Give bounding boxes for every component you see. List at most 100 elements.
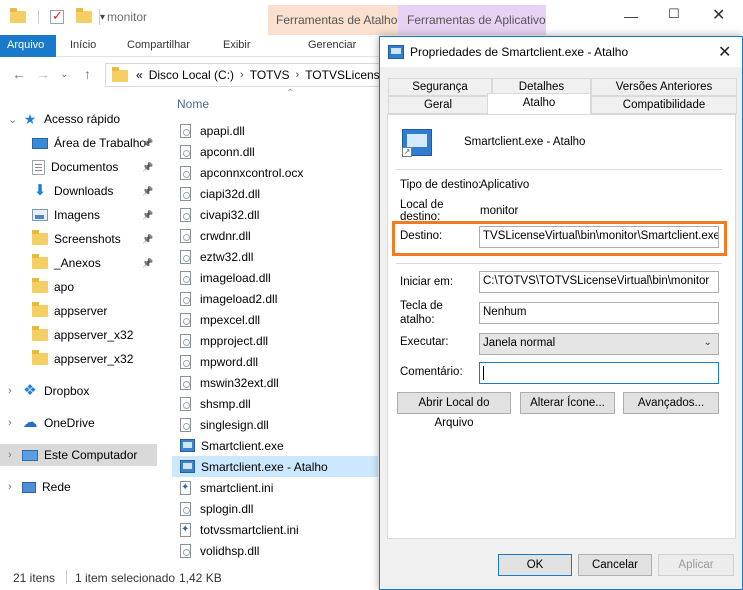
open-file-location-button[interactable]: Abrir Local do Arquivo [397,392,511,429]
tab-arquivo[interactable]: Arquivo [0,35,56,57]
start-in-input[interactable]: C:\TOTVS\TOTVSLicenseVirtual\bin\monitor [479,271,719,293]
sidebar-item-label: Documentos [51,160,119,174]
file-name: imageload.dll [200,270,271,285]
file-row[interactable]: mpproject.dll [172,330,378,351]
sidebar-item[interactable]: › ☁ OneDrive [0,412,157,434]
column-header-name[interactable]: Nome [177,97,209,111]
file-name: singlesign.dll [200,417,269,432]
sidebar-item[interactable]: apo [0,276,157,298]
back-icon[interactable]: ← [12,66,26,82]
file-row[interactable]: apconn.dll [172,141,378,162]
tab-geral[interactable]: Geral [388,96,488,114]
file-row[interactable]: ciapi32d.dll [172,183,378,204]
file-row[interactable]: Smartclient.exe - Atalho [172,456,378,477]
close-icon[interactable]: ✕ [712,5,725,25]
file-row[interactable]: volidhsp.dll [172,540,378,561]
minimize-icon[interactable]: — [624,8,638,24]
close-icon[interactable]: ✕ [718,42,731,62]
advanced-button[interactable]: Avançados... [623,392,719,414]
new-folder-icon[interactable] [76,8,92,23]
sidebar-item[interactable]: Screenshots 📌 [0,228,157,250]
chevron-right-icon[interactable]: › [8,385,12,397]
chevron-right-icon[interactable]: › [240,69,244,81]
sidebar-item[interactable]: › Este Computador [0,444,157,466]
sidebar-item-label: _Anexos [54,256,101,270]
apply-button[interactable]: Aplicar [658,554,734,576]
file-name: smartclient.ini [200,480,274,495]
sidebar-item[interactable]: Documentos 📌 [0,156,157,178]
maximize-icon[interactable]: ☐ [668,6,680,22]
dll-file-icon [180,333,191,348]
sidebar-item[interactable]: appserver [0,300,157,322]
tab-gerenciar[interactable]: Gerenciar [308,39,356,51]
tab-versoes-anteriores[interactable]: Versões Anteriores [591,78,737,96]
dll-file-icon [180,501,191,516]
address-segment-totvs[interactable]: TOTVS [250,68,290,82]
sidebar-item-label: Acesso rápido [44,112,121,126]
file-row[interactable]: mpexcel.dll [172,309,378,330]
cancel-button[interactable]: Cancelar [578,554,652,576]
sidebar-item[interactable]: ⬇ Downloads 📌 [0,180,157,202]
sidebar-item-label: appserver_x32 [54,328,134,342]
file-row[interactable]: imageload2.dll [172,288,378,309]
file-row[interactable]: singlesign.dll [172,414,378,435]
file-row[interactable]: mpword.dll [172,351,378,372]
address-segment-license[interactable]: TOTVSLicense [305,68,386,82]
file-row[interactable]: shsmp.dll [172,393,378,414]
sidebar-item[interactable]: › Rede [0,476,157,498]
tab-compatibilidade[interactable]: Compatibilidade [591,96,737,114]
change-icon-button[interactable]: Alterar Ícone... [520,392,615,414]
tab-seguranca[interactable]: Segurança [388,78,492,96]
hotkey-input[interactable]: Nenhum [479,302,719,324]
properties-icon[interactable] [50,8,64,24]
forward-icon[interactable]: → [36,66,50,82]
sidebar-item[interactable]: Área de Trabalho 📌 [0,132,157,154]
address-box[interactable]: « Disco Local (C:) › TOTVS › TOTVSLicens… [105,63,395,87]
run-select[interactable]: Janela normal ⌄ [479,333,719,355]
tab-inicio[interactable]: Início [70,39,96,51]
sidebar-item[interactable]: › ❖ Dropbox [0,380,157,402]
explorer-titlebar: ▾ monitor Ferramentas de Atalho Ferramen… [0,0,743,35]
address-segment-disk[interactable]: Disco Local (C:) [149,68,234,82]
application-icon [180,439,195,452]
recent-locations-icon[interactable]: ⌄ [60,69,68,80]
file-row[interactable]: Smartclient.exe [172,435,378,456]
tab-atalho[interactable]: Atalho [487,93,591,114]
file-row[interactable]: apconnxcontrol.ocx [172,162,378,183]
sidebar-item[interactable]: appserver_x32 [0,324,157,346]
address-overflow[interactable]: « [136,68,143,82]
folder-icon [32,350,48,365]
up-icon[interactable]: ↑ [84,66,91,82]
file-row[interactable]: crwdnr.dll [172,225,378,246]
file-row[interactable]: splogin.dll [172,498,378,519]
chevron-right-icon[interactable]: › [8,449,12,461]
file-row[interactable]: imageload.dll [172,267,378,288]
sidebar-item[interactable]: appserver_x32 [0,348,157,370]
file-row[interactable]: smartclient.ini [172,477,378,498]
sidebar-item[interactable]: _Anexos 📌 [0,252,157,274]
dll-file-icon [180,375,191,390]
ok-button[interactable]: OK [498,554,572,576]
file-row[interactable]: civapi32.dll [172,204,378,225]
chevron-down-icon[interactable]: ⌄ [8,113,17,126]
dll-file-icon [180,396,191,411]
folder-icon [32,254,48,269]
sidebar-item[interactable]: Imagens 📌 [0,204,157,226]
target-location-value: monitor [480,205,519,217]
file-row[interactable]: eztw32.dll [172,246,378,267]
tab-exibir[interactable]: Exibir [223,39,251,51]
file-row[interactable]: apapi.dll [172,120,378,141]
file-row[interactable]: mswin32ext.dll [172,372,378,393]
chevron-right-icon[interactable]: › [296,69,300,81]
settings-file-icon [180,522,191,537]
tab-compartilhar[interactable]: Compartilhar [127,39,190,51]
folder-icon[interactable] [10,8,26,23]
run-label: Executar: [400,336,449,348]
customize-dropdown-icon[interactable]: ▾ [100,12,105,23]
file-row[interactable]: totvssmartclient.ini [172,519,378,540]
sidebar-item[interactable]: ⌄ ★ Acesso rápido [0,108,157,130]
comment-input[interactable] [479,362,719,384]
chevron-right-icon[interactable]: › [8,417,12,429]
dll-file-icon [180,144,191,159]
chevron-right-icon[interactable]: › [8,481,12,493]
